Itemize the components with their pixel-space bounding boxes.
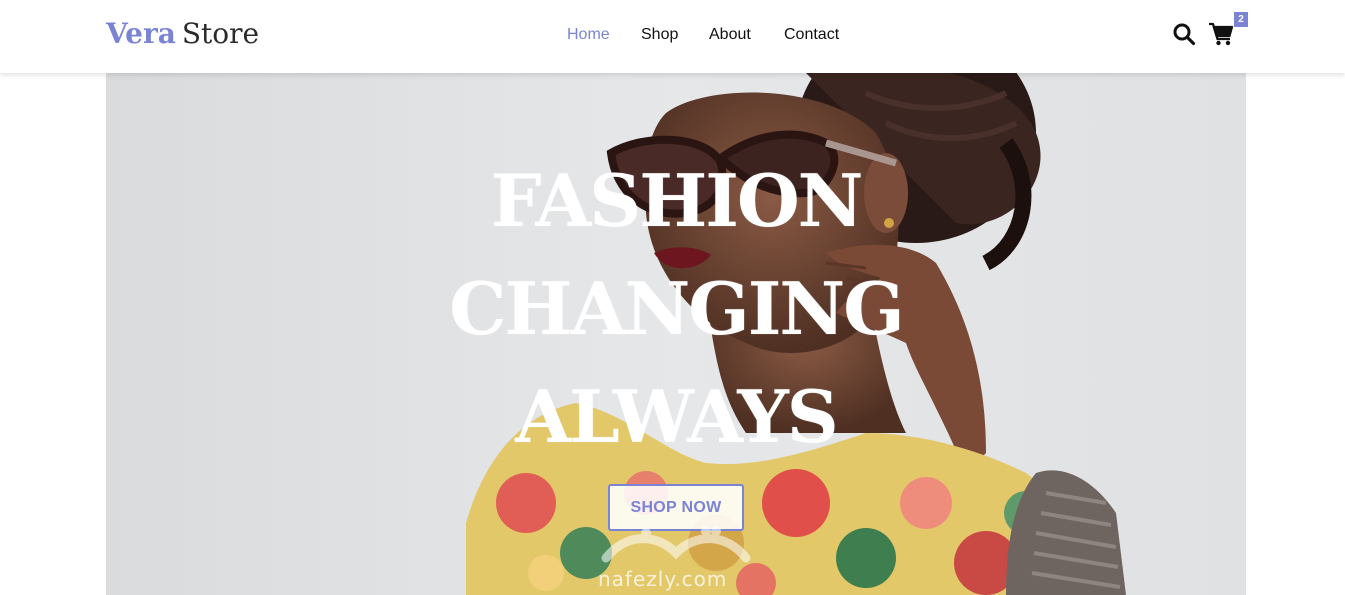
hero-title-line-3: ALWAYS — [515, 374, 839, 459]
cart-icon[interactable] — [1208, 21, 1234, 47]
logo-accent-text: Vera — [106, 17, 176, 50]
nav-link-shop[interactable]: Shop — [641, 24, 709, 46]
nav-link-contact[interactable]: Contact — [784, 24, 854, 46]
nav-link-about[interactable]: About — [709, 24, 784, 46]
header-actions: 2 — [1172, 12, 1252, 54]
hero-title-line-1: FASHION — [490, 158, 864, 243]
hero-banner: FASHION CHANGING ALWAYS SHOP NOW nafezly… — [106, 73, 1246, 595]
hero-title: FASHION CHANGING ALWAYS — [406, 147, 946, 471]
hero-title-line-2: CHANGING — [449, 266, 904, 351]
nav-link-home[interactable]: Home — [567, 24, 641, 46]
site-logo[interactable]: Vera Store — [106, 16, 259, 52]
main-nav: Home Shop About Contact — [567, 24, 854, 46]
site-header: Vera Store Home Shop About Contact 2 — [0, 0, 1345, 73]
watermark-text: nafezly.com — [598, 567, 728, 591]
logo-rest-text: Store — [181, 17, 260, 50]
search-icon[interactable] — [1172, 22, 1196, 46]
cart-count-badge: 2 — [1234, 12, 1248, 27]
